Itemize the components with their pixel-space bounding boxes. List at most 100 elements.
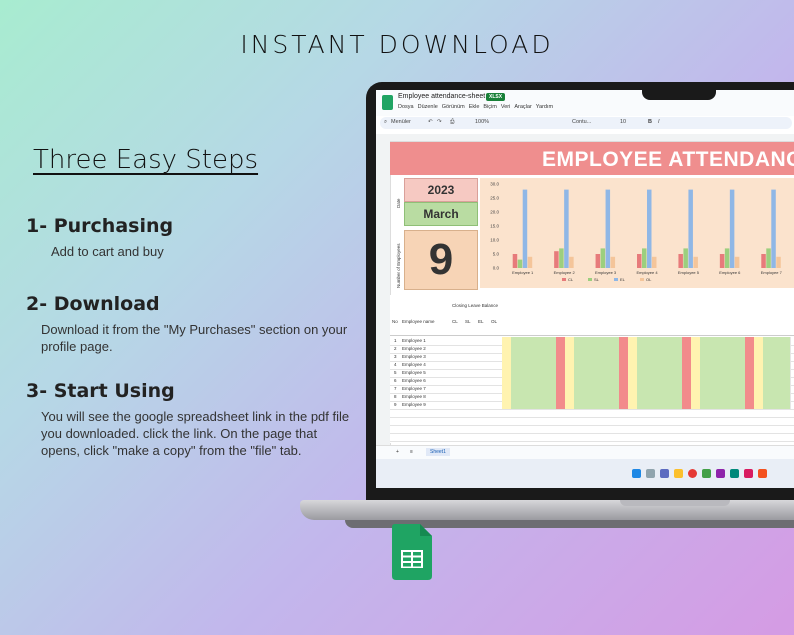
bar-cl [719,254,725,268]
bar-el [729,189,735,268]
bar-el [647,189,652,268]
day-cell[interactable] [781,337,791,345]
font-size-input[interactable]: 10 [620,119,626,125]
row-number: 2 [394,346,397,351]
search-icon[interactable] [646,469,655,478]
menus-button[interactable]: Menüler [391,119,411,125]
bar-cl [678,254,683,268]
day-cell[interactable] [781,385,791,393]
ol-header: OL [491,319,498,324]
row-number: 9 [394,402,397,407]
day-cell[interactable] [781,393,791,401]
x-tick-label: Employee 2 [554,270,576,275]
menu-edit[interactable]: Düzenle [418,104,438,110]
grid-header: No Employee name Closing Leave Balance C… [390,295,794,336]
task-view-icon[interactable] [660,469,669,478]
date-label: Date [396,198,401,208]
banner-title: EMPLOYEE ATTENDANCE [542,148,794,171]
laptop-screen: Employee attendance-sheet XLSX Dosya Düze… [376,90,794,488]
day-cell[interactable] [781,377,791,385]
add-sheet-icon[interactable]: + [396,449,399,455]
bar-sl [724,248,730,268]
el-header: EL [478,319,484,324]
menu-help[interactable]: Yardım [536,104,553,110]
employee-name[interactable]: Employee 2 [402,346,426,351]
year-cell[interactable]: 2023 [404,178,478,202]
bar-cl [761,254,766,268]
legend-label: CL [568,277,574,282]
windows-start-icon[interactable] [632,469,641,478]
month-cell[interactable]: March [404,202,478,226]
day-cell[interactable] [781,401,791,409]
sl-header: SL [465,319,471,324]
y-tick-label: 10.0 [490,238,499,243]
employee-count-cell[interactable]: 9 [404,230,478,290]
menu-data[interactable]: Veri [501,104,510,110]
row-number: 3 [394,354,397,359]
step-purchasing: 1- Purchasing Add to cart and buy [26,215,356,260]
employee-name[interactable]: Employee 3 [402,354,426,359]
menu-view[interactable]: Görünüm [442,104,465,110]
row-number: 4 [394,362,397,367]
bar-ol [527,256,533,268]
app-icon[interactable] [744,469,753,478]
day-cell[interactable] [781,369,791,377]
app-icon[interactable] [730,469,739,478]
employee-name[interactable]: Employee 4 [402,362,426,367]
employee-name[interactable]: Employee 9 [402,402,426,407]
table-row[interactable] [390,433,794,442]
year-value: 2023 [427,183,455,197]
italic-icon[interactable]: I [658,119,660,125]
x-tick-label: Employee 6 [719,270,741,275]
instagram-icon[interactable] [758,469,767,478]
column-headers [376,134,794,142]
employee-name[interactable]: Employee 5 [402,370,426,375]
day-cell[interactable] [781,361,791,369]
menu-insert[interactable]: Ekle [469,104,480,110]
legend-swatch [640,278,644,281]
day-cell[interactable] [781,345,791,353]
redo-icon[interactable]: ↷ [437,119,442,125]
chrome-icon[interactable] [688,469,697,478]
step-title: 1- Purchasing [26,215,174,237]
day-cell[interactable] [781,353,791,361]
row-number: 8 [394,394,397,399]
xlsx-badge: XLSX [486,93,506,101]
search-icon[interactable]: ⌕ [384,119,387,126]
undo-icon[interactable]: ↶ [428,119,433,125]
month-value: March [423,207,459,221]
menu-bar: Dosya Düzenle Görünüm Ekle Biçim Veri Araçlar Y… [398,104,557,110]
employee-name[interactable]: Employee 7 [402,386,426,391]
x-tick-label: Employee 3 [595,270,617,275]
employee-count: 9 [428,235,454,284]
folder-icon[interactable] [674,469,683,478]
bar-el [522,189,528,268]
menu-file[interactable]: Dosya [398,104,414,110]
bar-ol [569,256,574,268]
bar-sl [559,248,564,268]
steps-title: Three Easy Steps [33,145,259,175]
bold-icon[interactable]: B [648,119,652,125]
font-select[interactable]: Contu... [572,119,591,125]
zoom-select[interactable]: 100% [475,119,489,125]
step-start-using: 3- Start Using You will see the google s… [26,380,356,459]
employee-name[interactable]: Employee 6 [402,378,426,383]
menu-tools[interactable]: Araçlar [514,104,531,110]
bar-sl [600,248,606,268]
x-tick-label: Employee 4 [636,270,658,275]
sheet-tab[interactable]: Sheet1 [426,448,450,456]
legend-label: OL [646,277,652,282]
store-icon[interactable] [702,469,711,478]
menu-format[interactable]: Biçim [483,104,496,110]
print-icon[interactable]: ⎙ [450,119,454,126]
employee-name[interactable]: Employee 8 [402,394,426,399]
bar-el [688,189,693,268]
app-icon[interactable] [716,469,725,478]
bar-ol [776,256,781,268]
doc-title[interactable]: Employee attendance-sheet [398,93,485,100]
attendance-grid: No Employee name Closing Leave Balance C… [390,295,794,443]
bar-ol [652,256,657,268]
employee-name[interactable]: Employee 1 [402,338,426,343]
all-sheets-icon[interactable]: ≡ [410,449,413,455]
sheets-app-icon[interactable] [382,95,393,110]
